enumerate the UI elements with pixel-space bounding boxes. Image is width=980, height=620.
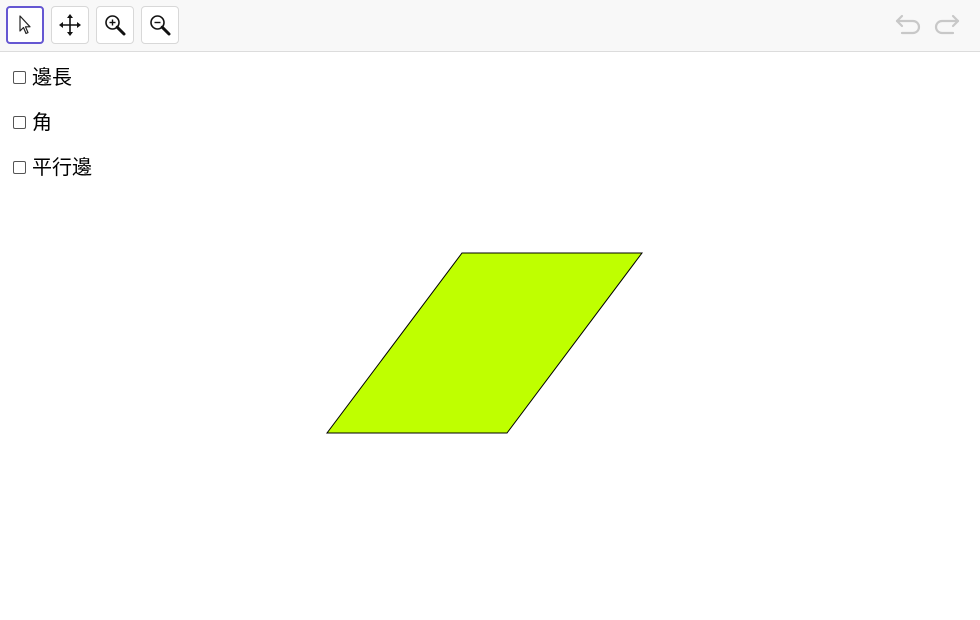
redo-icon [931, 11, 961, 41]
undo-icon [894, 11, 924, 41]
move-tool-button[interactable] [6, 6, 44, 44]
zoom-out-button[interactable] [141, 6, 179, 44]
zoom-in-button[interactable] [96, 6, 134, 44]
four-way-arrows-icon [58, 13, 82, 37]
zoom-out-icon [148, 13, 172, 37]
zoom-in-icon [103, 13, 127, 37]
graphics-view[interactable] [0, 53, 980, 620]
move-graphics-view-button[interactable] [51, 6, 89, 44]
undo-button[interactable] [894, 12, 924, 40]
redo-button[interactable] [931, 12, 961, 40]
toolbar [0, 0, 980, 52]
arrow-pointer-icon [15, 14, 35, 36]
parallelogram-shape[interactable] [326, 252, 643, 434]
geogebra-app: 邊長 角 平行邊 [0, 0, 980, 620]
